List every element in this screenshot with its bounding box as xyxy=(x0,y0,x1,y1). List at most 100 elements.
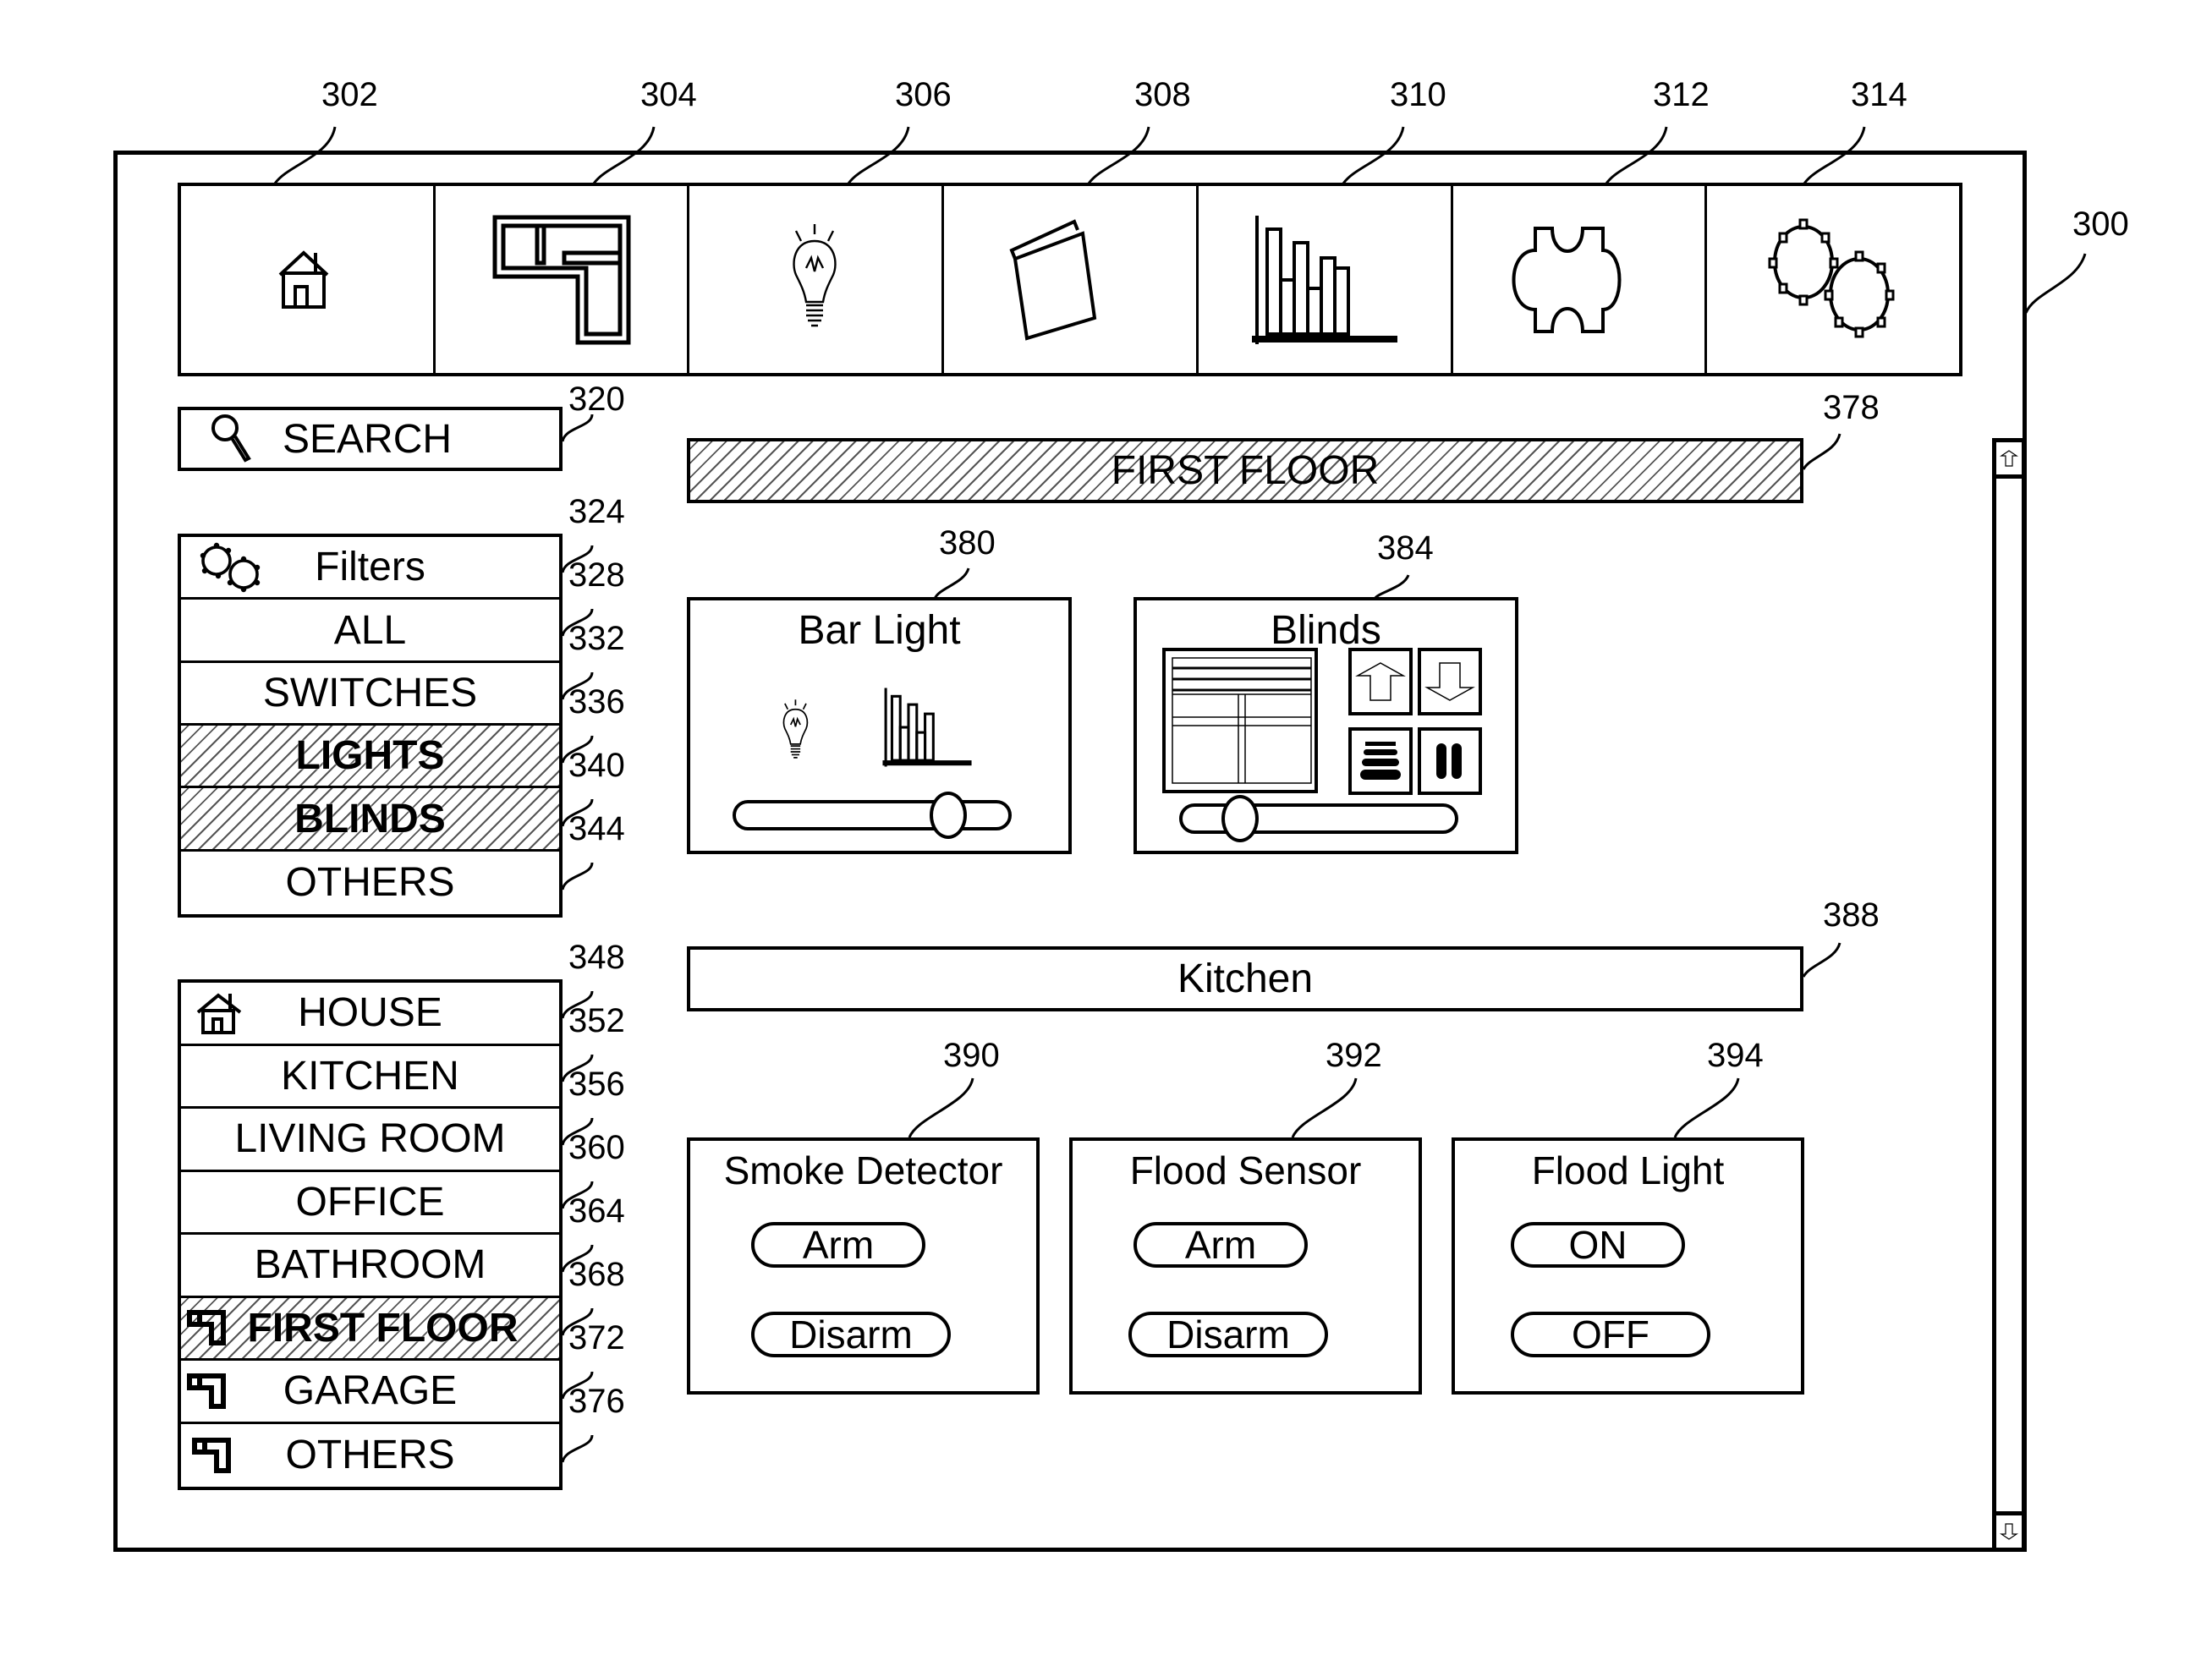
filter-item-blinds[interactable]: BLINDS xyxy=(181,788,559,852)
ref-label: 352 xyxy=(568,1002,625,1039)
toolbar-floorplan-button[interactable] xyxy=(436,186,690,373)
gears-icon xyxy=(196,542,267,593)
floor-icon xyxy=(191,1437,232,1474)
device-card-flood-sensor: Flood Sensor Arm Disarm xyxy=(1069,1137,1422,1395)
filter-item-others[interactable]: OTHERS xyxy=(181,852,559,914)
filter-item-label: OTHERS xyxy=(285,860,455,906)
blinds-up-button[interactable] xyxy=(1348,648,1413,715)
ref-label: 392 xyxy=(1326,1037,1382,1074)
ref-label: 312 xyxy=(1653,76,1710,113)
toolbar-home-button[interactable] xyxy=(181,186,436,373)
on-button[interactable]: ON xyxy=(1511,1222,1685,1268)
device-title: Blinds xyxy=(1271,608,1381,653)
arm-button[interactable]: Arm xyxy=(751,1222,925,1268)
section-title: FIRST FLOOR xyxy=(1111,448,1380,493)
ref-label: 390 xyxy=(943,1037,1000,1074)
toolbar-lights-button[interactable] xyxy=(689,186,945,373)
disarm-button[interactable]: Disarm xyxy=(751,1312,951,1357)
window-blinds-icon xyxy=(1162,648,1318,793)
light-bulb-icon xyxy=(793,223,837,326)
filters-header[interactable]: Filters xyxy=(181,537,559,600)
section-header-kitchen[interactable]: Kitchen xyxy=(687,946,1803,1011)
off-button[interactable]: OFF xyxy=(1511,1312,1710,1357)
filter-item-lights[interactable]: LIGHTS xyxy=(181,726,559,789)
puzzle-icon xyxy=(1512,226,1622,333)
ref-label: 306 xyxy=(895,76,952,113)
location-item-label: GARAGE xyxy=(283,1368,458,1414)
ref-label: 384 xyxy=(1377,529,1434,567)
filters-header-label: Filters xyxy=(315,545,425,590)
location-item-others[interactable]: OTHERS xyxy=(181,1424,559,1487)
device-card-bar-light: Bar Light xyxy=(687,597,1072,854)
toolbar-reports-button[interactable] xyxy=(1199,186,1453,373)
search-label: SEARCH xyxy=(283,416,453,462)
ref-label: 378 xyxy=(1823,389,1880,426)
location-item-label: FIRST FLOOR xyxy=(247,1305,519,1351)
blinds-close-button[interactable] xyxy=(1418,727,1482,795)
arrow-down-icon xyxy=(1424,662,1475,701)
device-title: Flood Sensor xyxy=(1129,1148,1362,1192)
brightness-slider[interactable] xyxy=(733,792,1012,839)
ref-label: 364 xyxy=(568,1192,625,1230)
device-card-blinds: Blinds xyxy=(1133,597,1518,854)
location-item-label: OTHERS xyxy=(285,1433,455,1478)
filter-item-label: LIGHTS xyxy=(295,733,445,779)
bar-chart-icon xyxy=(1251,215,1397,344)
location-item-first-floor[interactable]: FIRST FLOOR xyxy=(181,1297,559,1361)
search-button[interactable]: SEARCH xyxy=(178,407,563,471)
floor-icon xyxy=(186,1309,227,1346)
location-item-bathroom[interactable]: BATHROOM xyxy=(181,1235,559,1298)
ref-label: 328 xyxy=(568,556,625,594)
ref-label: 310 xyxy=(1390,76,1446,113)
device-title: Flood Light xyxy=(1531,1148,1725,1192)
filters-list: Filters ALL SWITCHES LIGHTS BLINDS OTHER… xyxy=(178,534,563,918)
location-item-living-room[interactable]: LIVING ROOM xyxy=(181,1109,559,1172)
filter-item-label: SWITCHES xyxy=(262,670,478,715)
ref-label: 360 xyxy=(568,1129,625,1166)
arrow-up-icon xyxy=(1355,662,1406,701)
ref-label: 348 xyxy=(568,939,625,976)
blinds-open-button[interactable] xyxy=(1348,727,1413,795)
gears-icon xyxy=(1768,218,1895,337)
device-title: Smoke Detector xyxy=(723,1148,1003,1192)
location-item-office[interactable]: OFFICE xyxy=(181,1172,559,1235)
slider-knob[interactable] xyxy=(930,792,968,839)
location-item-label: HOUSE xyxy=(298,990,442,1036)
ref-label: 394 xyxy=(1707,1037,1764,1074)
arm-button[interactable]: Arm xyxy=(1133,1222,1308,1268)
ref-label: 320 xyxy=(568,381,625,418)
top-toolbar xyxy=(178,183,1962,376)
disarm-button[interactable]: Disarm xyxy=(1128,1312,1328,1357)
light-bulb-icon[interactable] xyxy=(779,698,813,765)
toolbar-scenes-button[interactable] xyxy=(944,186,1199,373)
toolbar-settings-button[interactable] xyxy=(1707,186,1959,373)
locations-list: HOUSE KITCHEN LIVING ROOM OFFICE BATHROO… xyxy=(178,979,563,1490)
location-item-house[interactable]: HOUSE xyxy=(181,983,559,1046)
filter-item-all[interactable]: ALL xyxy=(181,600,559,663)
scroll-down-button[interactable] xyxy=(1996,1511,2022,1548)
floor-icon xyxy=(186,1373,227,1410)
location-item-garage[interactable]: GARAGE xyxy=(181,1361,559,1424)
location-item-label: BATHROOM xyxy=(254,1242,486,1288)
scroll-up-button[interactable] xyxy=(1996,442,2022,479)
location-item-kitchen[interactable]: KITCHEN xyxy=(181,1046,559,1109)
ref-label: 356 xyxy=(568,1066,625,1103)
bar-chart-icon[interactable] xyxy=(881,685,974,770)
filter-item-switches[interactable]: SWITCHES xyxy=(181,663,559,726)
ref-label: 388 xyxy=(1823,896,1880,934)
ref-label: 340 xyxy=(568,747,625,784)
toolbar-addons-button[interactable] xyxy=(1453,186,1708,373)
device-card-flood-light: Flood Light ON OFF xyxy=(1452,1137,1804,1395)
house-icon xyxy=(196,992,244,1034)
blinds-stack-icon xyxy=(1360,742,1401,780)
device-title: Bar Light xyxy=(798,608,961,653)
ref-label: 368 xyxy=(568,1256,625,1293)
slider-knob[interactable] xyxy=(1221,795,1259,842)
vertical-scrollbar[interactable] xyxy=(1992,438,2026,1552)
section-header-first-floor[interactable]: FIRST FLOOR xyxy=(687,438,1803,503)
blinds-down-button[interactable] xyxy=(1418,648,1482,715)
ref-label: 304 xyxy=(640,76,697,113)
ref-label: 308 xyxy=(1134,76,1191,113)
ref-label: 380 xyxy=(939,524,996,562)
blinds-position-slider[interactable] xyxy=(1179,795,1458,842)
